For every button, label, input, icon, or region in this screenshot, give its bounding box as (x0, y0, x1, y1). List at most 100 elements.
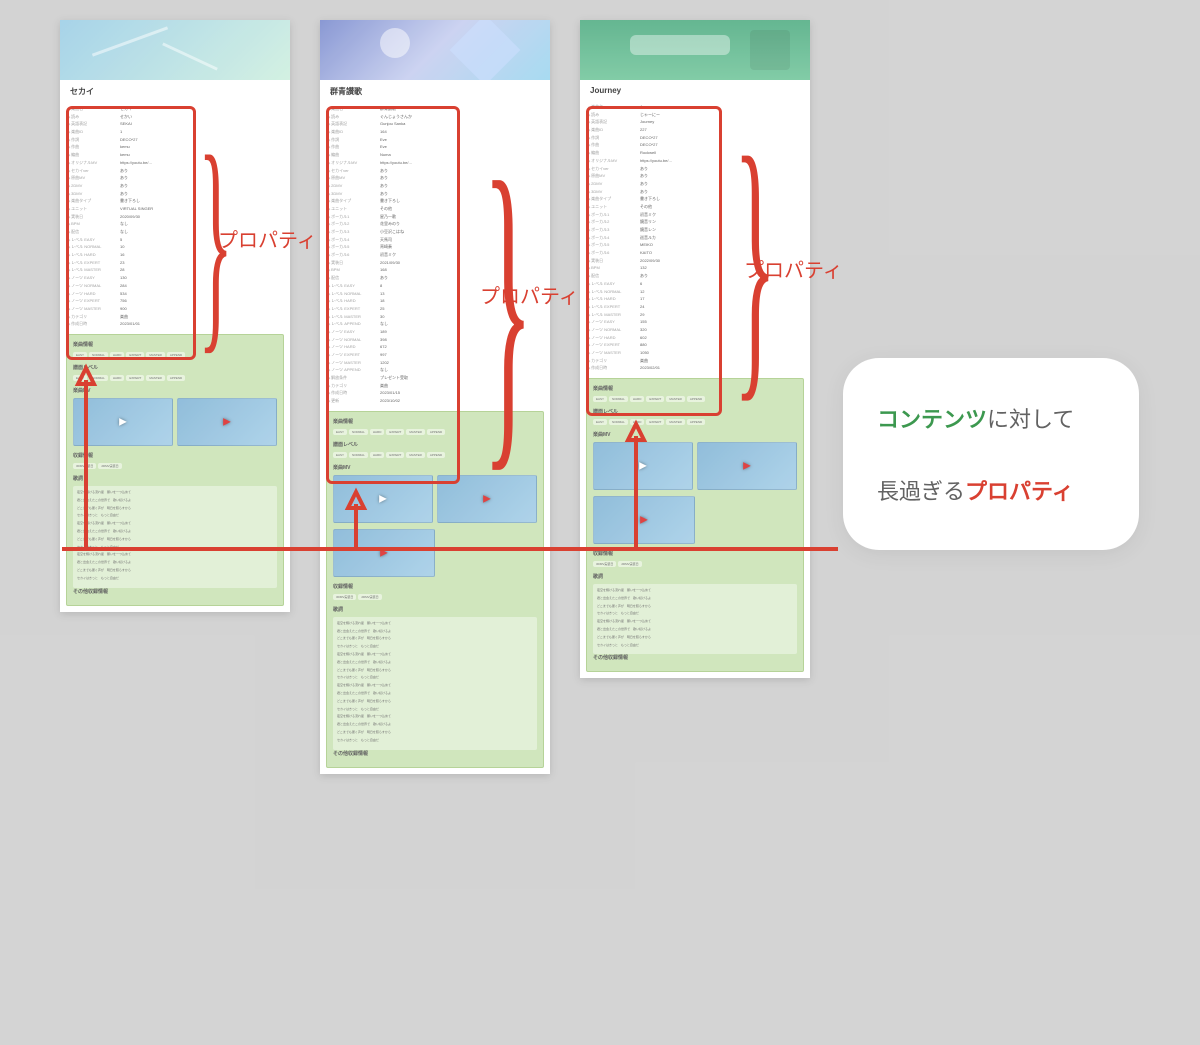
property-value: あり (380, 182, 542, 190)
lyrics-line: セカイはきっと もっと自由だ (77, 513, 273, 518)
property-row: 実装日2020/09/30 (68, 213, 282, 221)
property-row: ユニットその他 (328, 205, 542, 213)
property-row: オリジナルMVhttps://youtu.be/... (68, 159, 282, 167)
lyrics-line: セカイはきっと もっと自由だ (77, 576, 273, 581)
property-value: 書き下ろし (380, 197, 542, 205)
property-row: セカイverあり (68, 167, 282, 175)
property-key: ノーツ EASY (328, 328, 380, 336)
property-row: 配信あり (328, 274, 542, 282)
property-value: 2021/09/30 (380, 259, 542, 267)
property-row: カテゴリ楽曲 (328, 382, 542, 390)
mv-row (333, 475, 537, 523)
property-value: 初音ミク (640, 211, 802, 219)
property-row: 作詞Eve (328, 136, 542, 144)
property-value: 23 (120, 259, 282, 267)
property-key: ノーツ APPEND (328, 366, 380, 374)
difficulty-chips: EASYNORMALHARDEXPERTMASTERAPPEND (333, 452, 537, 458)
property-row: カテゴリ楽曲 (68, 313, 282, 321)
property-value: 2023/02/01 (640, 364, 802, 372)
property-row: 作詞DECO*27 (68, 136, 282, 144)
lyrics-line: セカイはきっと もっと自由だ (597, 611, 793, 616)
property-value: 155 (640, 318, 802, 326)
property-value: せかい (120, 113, 282, 121)
properties-table: 楽曲名Journey読みじゃーにー英語表記Journey楽曲ID227作詞DEC… (588, 103, 802, 372)
property-key: 2DMV (328, 182, 380, 190)
property-row: BPM132 (588, 264, 802, 272)
mv-thumbnail[interactable] (593, 496, 695, 544)
chip: APPEND (687, 396, 705, 402)
property-value: MEIKO (640, 241, 802, 249)
content-heading-lyrics: 歌詞 (333, 606, 537, 613)
property-key: ノーツ EASY (68, 274, 120, 282)
mv-thumbnail[interactable] (333, 475, 433, 523)
callout-card: コンテンツに対して 長過ぎるプロパティ (843, 358, 1139, 550)
property-row: 実装日2022/09/30 (588, 257, 802, 265)
release-row: 3DMV実装日2DMV実装日 (73, 463, 277, 469)
property-value: 18 (380, 297, 542, 305)
property-value: 997 (380, 351, 542, 359)
chip: NORMAL (89, 375, 108, 381)
chip: MASTER (146, 352, 165, 358)
property-key: 英語表記 (588, 118, 640, 126)
content-heading-mv: 楽曲MV (73, 387, 277, 394)
property-row: 2DMVあり (68, 182, 282, 190)
property-key: 更新 (328, 397, 380, 405)
property-value: なし (120, 220, 282, 228)
property-key: ボーカル4 (588, 234, 640, 242)
property-value: 1202 (380, 359, 542, 367)
property-row: ノーツ HARD672 (328, 343, 542, 351)
mv-thumbnail[interactable] (437, 475, 537, 523)
content-heading-lyrics: 歌詞 (593, 573, 797, 580)
lyrics-line: どこまでも響く声が 明日を照らすから (77, 506, 273, 511)
content-heading-vocal: 収録情報 (333, 583, 537, 590)
lyrics-line: 君と出会えたこの世界で 歌い続けるよ (337, 660, 533, 665)
lyrics-line: セカイはきっと もっと自由だ (337, 707, 533, 712)
property-key: ボーカル4 (328, 236, 380, 244)
chip: EXPERT (386, 452, 404, 458)
property-row: レベル NORMAL10 (68, 243, 282, 251)
mv-thumbnail[interactable] (593, 442, 693, 490)
property-row: 作曲kemu (68, 143, 282, 151)
mv-thumbnail[interactable] (697, 442, 797, 490)
mv-thumbnail[interactable] (333, 529, 435, 577)
property-key: ノーツ EXPERT (588, 341, 640, 349)
lyrics-line: 君と出会えたこの世界で 歌い続けるよ (337, 629, 533, 634)
property-key: 解放条件 (328, 374, 380, 382)
callout-red-word: プロパティ (965, 479, 1074, 504)
lyrics-line: 君と出会えたこの世界で 歌い続けるよ (597, 596, 793, 601)
property-value: Eve (380, 143, 542, 151)
property-key: ボーカル6 (588, 249, 640, 257)
content-heading-other: その他収録情報 (73, 588, 277, 595)
property-value: 756 (120, 297, 282, 305)
property-key: 3DMV (588, 188, 640, 196)
mv-row (593, 496, 797, 544)
property-row: レベル MASTER29 (588, 311, 802, 319)
lyrics-line: セカイはきっと もっと自由だ (77, 545, 273, 550)
property-value: DECO*27 (640, 141, 802, 149)
property-value: あり (640, 272, 802, 280)
property-key: レベル HARD (588, 295, 640, 303)
property-row: 解放条件プレゼント受取 (328, 374, 542, 382)
chip: EXPERT (646, 396, 664, 402)
property-value: あり (380, 167, 542, 175)
mv-thumbnail[interactable] (177, 398, 277, 446)
property-value: なし (380, 320, 542, 328)
page-mockup-3: Journey楽曲名Journey読みじゃーにー英語表記Journey楽曲ID2… (580, 20, 810, 678)
property-key: ボーカル3 (588, 226, 640, 234)
property-row: レベル NORMAL12 (588, 288, 802, 296)
chip: HARD (630, 419, 645, 425)
property-key: 楽曲名 (588, 103, 640, 111)
lyrics-line: セカイはきっと もっと自由だ (337, 738, 533, 743)
release-chip: 3DMV実装日 (73, 463, 96, 469)
property-key: 作成日時 (328, 389, 380, 397)
property-row: レベル EASY6 (588, 280, 802, 288)
property-value: 2023/01/01 (120, 320, 282, 328)
property-row: レベル HARD18 (328, 297, 542, 305)
content-heading-chart: 譜面レベル (593, 408, 797, 415)
lyrics-line: どこまでも響く声が 明日を照らすから (337, 668, 533, 673)
chip: HARD (630, 396, 645, 402)
chip: NORMAL (349, 429, 368, 435)
property-value: 132 (640, 264, 802, 272)
mv-thumbnail[interactable] (73, 398, 173, 446)
property-value: kemu (120, 143, 282, 151)
